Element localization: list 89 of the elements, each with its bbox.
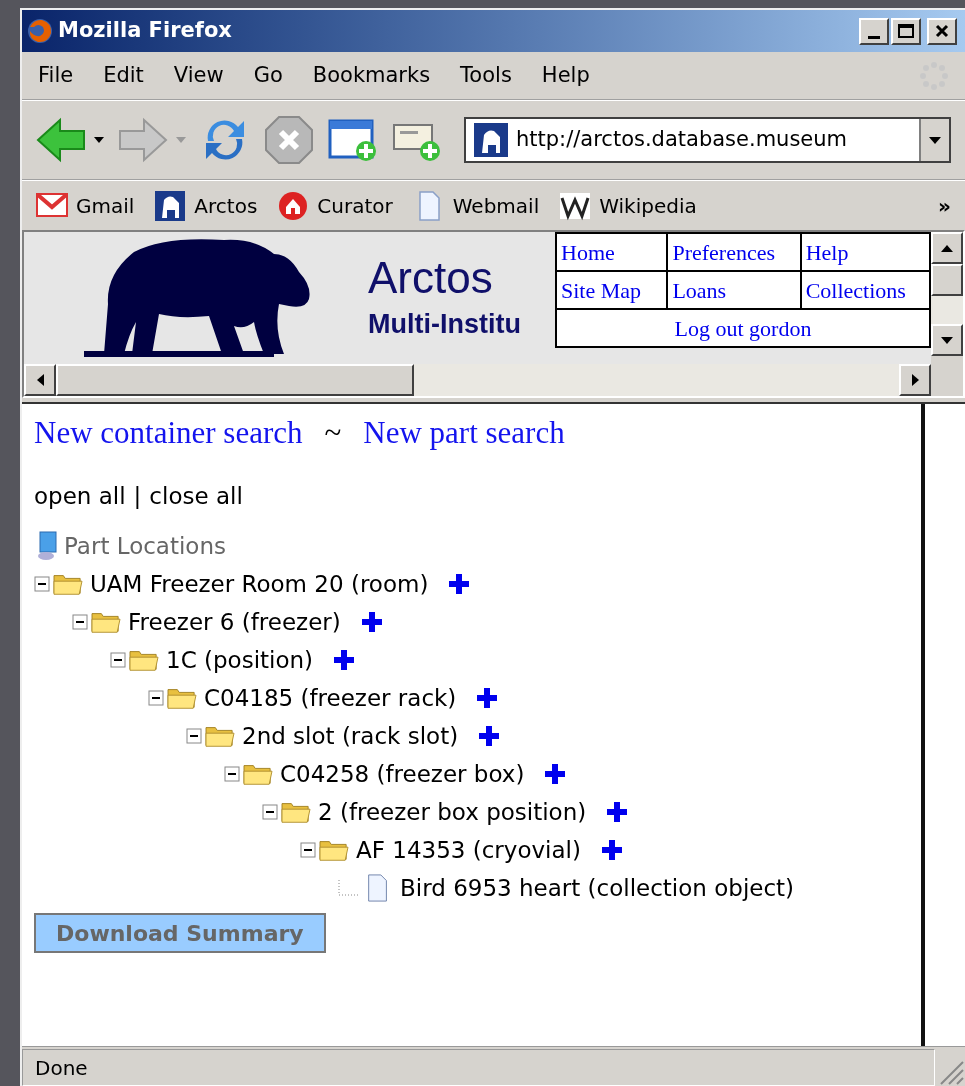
site-subtitle: Multi-Institu xyxy=(368,308,521,341)
plus-icon[interactable] xyxy=(606,801,629,823)
logout-link[interactable]: Log out gordon xyxy=(556,309,930,347)
menu-item[interactable]: View xyxy=(173,59,224,92)
close-button[interactable] xyxy=(927,17,957,45)
down-arrow-icon xyxy=(941,336,953,344)
stop-button[interactable] xyxy=(264,115,314,165)
collapse-toggle[interactable] xyxy=(110,652,126,668)
plus-icon[interactable] xyxy=(448,573,471,595)
address-field[interactable]: http://arctos.database.museum xyxy=(464,117,951,163)
bookmark-item[interactable]: Gmail xyxy=(36,189,135,222)
bookmark-item[interactable]: Webmail xyxy=(412,189,540,222)
nav-link[interactable]: Home xyxy=(556,233,668,271)
plus-icon[interactable] xyxy=(478,725,501,747)
caret-icon xyxy=(176,137,186,143)
right-arrow-icon xyxy=(911,374,919,386)
horizontal-scrollbar[interactable] xyxy=(24,364,931,396)
plus-icon[interactable] xyxy=(360,611,383,633)
menu-item[interactable]: File xyxy=(38,59,74,92)
collapse-toggle[interactable] xyxy=(224,766,240,782)
url-text: http://arctos.database.museum xyxy=(516,126,848,154)
scroll-right-button[interactable] xyxy=(899,364,931,396)
menu-item[interactable]: Tools xyxy=(460,59,512,92)
menu-item[interactable]: Edit xyxy=(103,59,144,92)
scrollbar-thumb[interactable] xyxy=(931,264,963,296)
caret-icon xyxy=(94,137,104,143)
house-icon xyxy=(277,189,310,222)
separator-text: ~ xyxy=(324,414,342,452)
scroll-left-button[interactable] xyxy=(24,364,56,396)
tree-node-label[interactable]: C04185 (freezer rack) xyxy=(204,680,457,716)
back-arrow-icon xyxy=(36,117,86,163)
nav-link[interactable]: Loans xyxy=(667,271,801,309)
maximize-button[interactable] xyxy=(891,17,921,45)
new-container-search-link[interactable]: New container search xyxy=(34,410,303,457)
tree-node-label[interactable]: 2nd slot (rack slot) xyxy=(242,718,459,754)
new-part-search-link[interactable]: New part search xyxy=(363,410,565,457)
caret-icon xyxy=(929,136,941,144)
collapse-toggle[interactable] xyxy=(300,842,316,858)
separator-text: | xyxy=(133,481,142,511)
tree-node-label[interactable]: C04258 (freezer box) xyxy=(280,756,525,792)
nav-link[interactable]: Site Map xyxy=(556,271,668,309)
forward-arrow-icon xyxy=(118,117,168,163)
window-title: Mozilla Firefox xyxy=(58,17,232,45)
minimize-button[interactable] xyxy=(859,17,889,45)
collapse-toggle[interactable] xyxy=(262,804,278,820)
back-button[interactable] xyxy=(36,117,104,163)
vertical-scrollbar[interactable] xyxy=(931,232,963,396)
minimize-icon xyxy=(868,35,880,39)
menu-item[interactable]: Go xyxy=(253,59,283,92)
collapse-toggle[interactable] xyxy=(148,690,164,706)
tree-root-label[interactable]: Part Locations xyxy=(64,528,226,564)
tree-node-label[interactable]: Freezer 6 (freezer) xyxy=(128,604,341,640)
scrollbar-corner xyxy=(931,356,963,396)
close-icon xyxy=(935,24,949,38)
open-all-link[interactable]: open all xyxy=(34,478,126,513)
plus-icon[interactable] xyxy=(333,649,356,671)
bookmark-item[interactable]: Arctos xyxy=(154,189,258,222)
scroll-up-button[interactable] xyxy=(931,232,963,264)
tree-node-label[interactable]: 1C (position) xyxy=(166,642,314,678)
plus-icon[interactable] xyxy=(544,763,567,785)
bookmark-item[interactable]: Wikipedia xyxy=(559,189,697,222)
connector-line xyxy=(338,880,360,896)
tree-node-label[interactable]: Bird 6953 heart (collection object) xyxy=(400,870,795,906)
firefox-logo-icon xyxy=(26,17,54,45)
plus-icon[interactable] xyxy=(476,687,499,709)
menu-item[interactable]: Bookmarks xyxy=(312,59,431,92)
scroll-down-button[interactable] xyxy=(931,324,963,356)
collapse-toggle[interactable] xyxy=(186,728,202,744)
tree-node-label[interactable]: 2 (freezer box position) xyxy=(318,794,587,830)
status-text: Done xyxy=(35,1054,88,1082)
bookmark-item[interactable]: Curator xyxy=(277,189,393,222)
more-bookmarks-button[interactable]: » xyxy=(938,190,951,221)
dropdown-button[interactable] xyxy=(919,119,949,161)
collapse-toggle[interactable] xyxy=(72,614,88,630)
maximize-icon xyxy=(898,24,914,38)
nav-link[interactable]: Preferences xyxy=(667,233,801,271)
nav-link[interactable]: Collections xyxy=(800,271,930,309)
collapse-toggle[interactable] xyxy=(34,576,50,592)
site-title: Arctos xyxy=(368,252,494,304)
tree-node-label[interactable]: AF 14353 (cryovial) xyxy=(356,832,581,868)
up-arrow-icon xyxy=(941,244,953,252)
close-all-link[interactable]: close all xyxy=(149,478,243,513)
tree-node-label[interactable]: UAM Freezer Room 20 (room) xyxy=(90,566,429,602)
menu-item[interactable]: Help xyxy=(541,59,590,92)
nav-link[interactable]: Help xyxy=(800,233,930,271)
scrollbar-thumb[interactable] xyxy=(56,364,414,396)
stop-icon xyxy=(264,115,314,165)
plus-icon[interactable] xyxy=(600,839,623,861)
left-arrow-icon xyxy=(36,374,44,386)
